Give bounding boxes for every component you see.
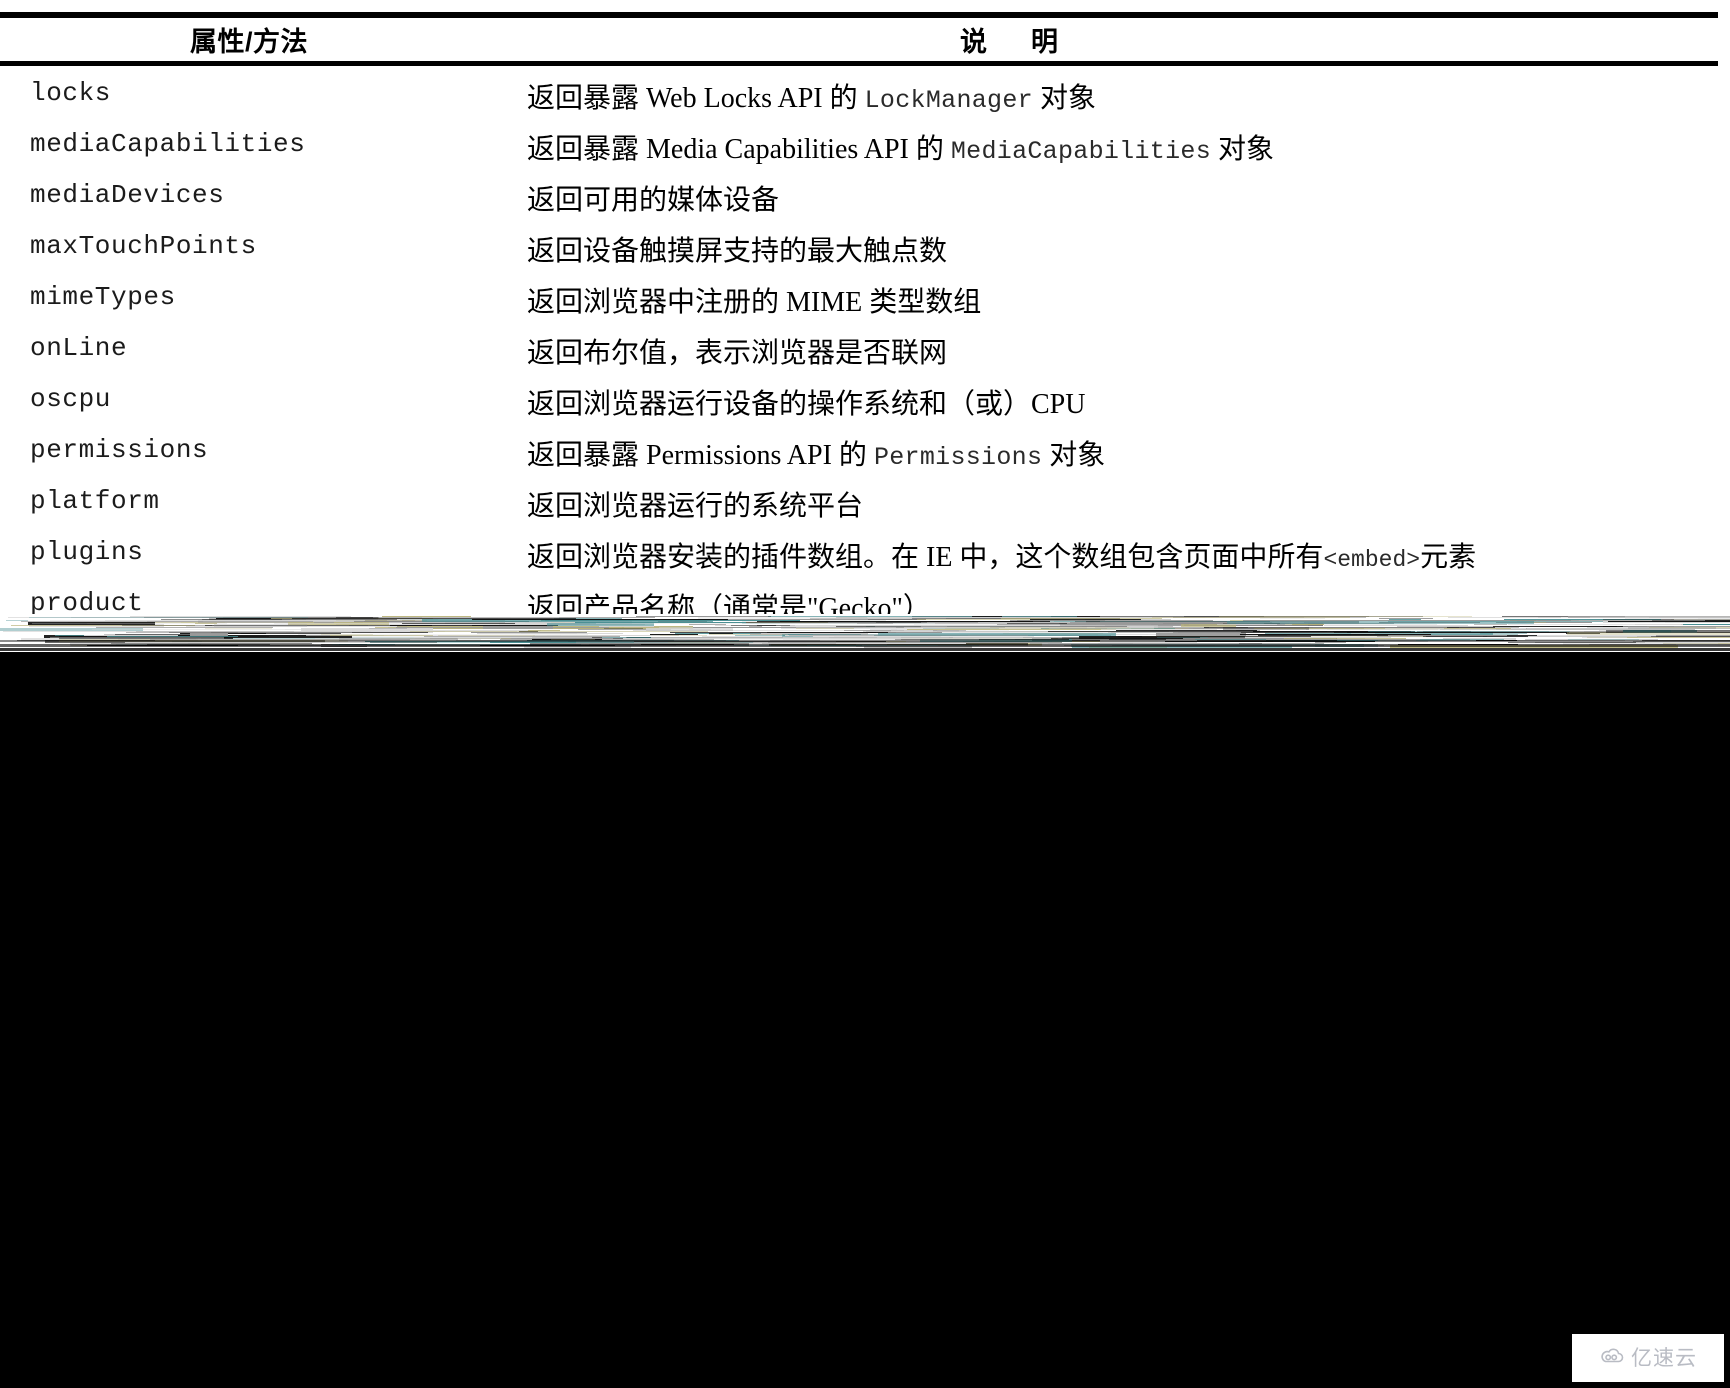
table-row: platform 返回浏览器运行的系统平台 [0,480,1730,531]
description-code: LockManager [864,86,1033,115]
table-row: product 返回产品名称（通常是"Gecko"） [0,582,1730,616]
property-description: 返回可用的媒体设备 [527,178,779,218]
column-header-description: 说明 [960,20,1058,59]
description-code: MediaCapabilities [950,137,1212,166]
property-description: 返回暴露 Permissions API 的 Permissions 对象 [527,433,1105,473]
property-name: plugins [30,537,144,567]
property-description: 返回设备触摸屏支持的最大触点数 [527,229,947,269]
table-header-row: 属性/方法 说明 [0,20,1718,60]
property-name: mediaDevices [30,180,225,210]
property-description: 返回浏览器安装的插件数组。在 IE 中，这个数组包含页面中所有<embed>元素 [527,535,1476,575]
column-header-description-char1: 说 [960,27,987,57]
column-header-description-char2: 明 [1031,27,1058,57]
description-text: 返回可用的媒体设备 [527,185,780,216]
glitch-scanline-band [0,614,1730,660]
table-row: permissions 返回暴露 Permissions API 的 Permi… [0,429,1730,480]
description-suffix: 元素 [1420,542,1477,573]
property-description: 返回布尔值，表示浏览器是否联网 [527,331,947,371]
table-header-rule [0,61,1718,66]
property-name: product [30,588,144,616]
description-suffix: 对象 [1032,83,1096,114]
screenshot-page: 属性/方法 说明 locks 返回暴露 Web Locks API 的 Lock… [0,0,1730,1388]
property-name: oscpu [30,384,112,414]
description-text: 返回浏览器中注册的 MIME 类型数组 [527,287,982,318]
description-suffix: 对象 [1211,134,1275,165]
cloud-icon [1599,1347,1625,1370]
description-code: Permissions [873,443,1043,472]
table-row: onLine 返回布尔值，表示浏览器是否联网 [0,327,1730,378]
table-row: oscpu 返回浏览器运行设备的操作系统和（或）CPU [0,378,1730,429]
property-description: 返回浏览器运行设备的操作系统和（或）CPU [527,382,1085,422]
property-name: onLine [30,333,128,363]
description-text: 返回设备触摸屏支持的最大触点数 [527,236,948,267]
table-body: locks 返回暴露 Web Locks API 的 LockManager 对… [0,72,1730,616]
document-area: 属性/方法 说明 locks 返回暴露 Web Locks API 的 Lock… [0,0,1730,660]
description-text: 返回浏览器运行的系统平台 [527,491,864,522]
property-name: mediaCapabilities [30,129,306,159]
watermark-text: 亿速云 [1631,1346,1697,1370]
property-description: 返回暴露 Media Capabilities API 的 MediaCapab… [527,127,1274,167]
description-suffix: 对象 [1042,440,1106,471]
property-description: 返回产品名称（通常是"Gecko"） [527,586,931,616]
table-row: plugins 返回浏览器安装的插件数组。在 IE 中，这个数组包含页面中所有<… [0,531,1730,582]
description-text: 返回暴露 Permissions API 的 [527,440,874,471]
description-code: <embed> [1323,547,1421,573]
property-name: platform [30,486,160,516]
table-row: mediaDevices 返回可用的媒体设备 [0,174,1730,225]
table-row: mimeTypes 返回浏览器中注册的 MIME 类型数组 [0,276,1730,327]
description-text: 返回浏览器安装的插件数组。在 IE 中，这个数组包含页面中所有 [527,542,1324,573]
description-text: 返回布尔值，表示浏览器是否联网 [527,338,948,369]
table-row: maxTouchPoints 返回设备触摸屏支持的最大触点数 [0,225,1730,276]
property-name: locks [30,78,112,108]
table-top-rule [0,12,1718,18]
property-name: maxTouchPoints [30,231,257,261]
property-name: permissions [30,435,209,465]
property-description: 返回暴露 Web Locks API 的 LockManager 对象 [527,76,1096,116]
description-text: 返回暴露 Media Capabilities API 的 [527,134,951,165]
description-text: 返回浏览器运行设备的操作系统和（或）CPU [527,389,1086,420]
property-description: 返回浏览器中注册的 MIME 类型数组 [527,280,981,320]
table-row: mediaCapabilities 返回暴露 Media Capabilitie… [0,123,1730,174]
watermark: 亿速云 [1572,1334,1724,1382]
description-text: 返回暴露 Web Locks API 的 [527,83,865,114]
description-text: 返回产品名称（通常是"Gecko"） [527,593,931,616]
property-name: mimeTypes [30,282,176,312]
property-description: 返回浏览器运行的系统平台 [527,484,863,524]
column-header-property-method: 属性/方法 [190,27,309,57]
table-row: locks 返回暴露 Web Locks API 的 LockManager 对… [0,72,1730,123]
